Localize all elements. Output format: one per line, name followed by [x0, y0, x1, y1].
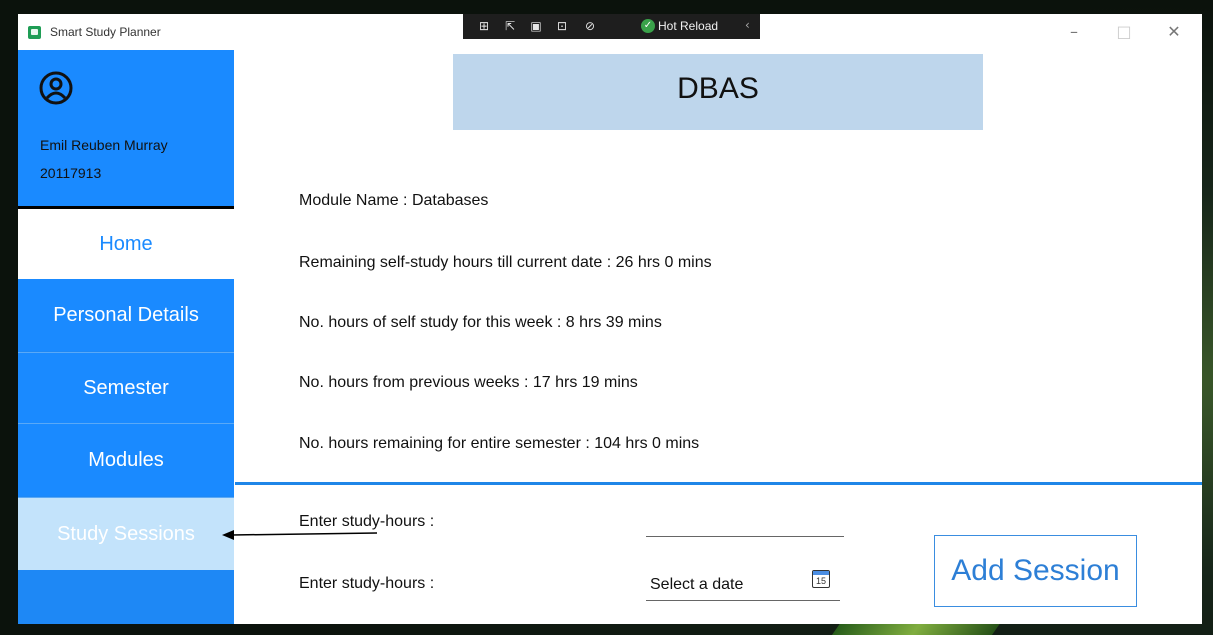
app-window: Smart Study Planner ⊞ ⇱ ▣ ⊡ ⊘ ✓ Hot Relo…	[18, 14, 1202, 624]
profile-panel: Emil Reuben Murray 20117913	[18, 50, 234, 206]
user-id: 20117913	[40, 165, 102, 181]
close-button[interactable]: ✕	[1156, 20, 1192, 44]
study-hours-input[interactable]	[646, 512, 844, 537]
user-avatar-icon	[39, 71, 73, 105]
user-name: Emil Reuben Murray	[40, 137, 168, 153]
nav-item-semester[interactable]: Semester	[18, 353, 234, 423]
hours-this-week-text: No. hours of self study for this week : …	[299, 314, 662, 331]
annotation-arrow	[222, 530, 378, 540]
remaining-hours-till-date-text: Remaining self-study hours till current …	[299, 254, 712, 271]
nav-item-home[interactable]: Home	[18, 209, 234, 279]
hot-reload-label[interactable]: Hot Reload	[658, 19, 718, 33]
maximize-button[interactable]: □	[1106, 20, 1142, 44]
nav-item-study-sessions[interactable]: Study Sessions	[18, 498, 234, 570]
debug-toolbar: ⊞ ⇱ ▣ ⊡ ⊘ ✓ Hot Reload ‹	[463, 14, 760, 39]
nav-item-personal-details[interactable]: Personal Details	[18, 279, 234, 351]
title-bar[interactable]: Smart Study Planner ⊞ ⇱ ▣ ⊡ ⊘ ✓ Hot Relo…	[18, 14, 1202, 50]
module-name-text: Module Name : Databases	[299, 192, 489, 209]
section-divider	[235, 482, 1202, 485]
hours-previous-weeks-text: No. hours from previous weeks : 17 hrs 1…	[299, 374, 638, 391]
select-element-icon[interactable]: ⇱	[503, 19, 517, 33]
live-visual-tree-icon[interactable]: ⊞	[477, 19, 491, 33]
calendar-icon[interactable]: 15	[812, 570, 830, 588]
module-code-title: DBAS	[677, 72, 759, 105]
minimize-button[interactable]: –	[1056, 20, 1092, 44]
module-header: DBAS	[453, 54, 983, 130]
collapse-toolbar-icon[interactable]: ‹	[745, 18, 750, 32]
date-picker-placeholder: Select a date	[650, 576, 744, 593]
hot-reload-check-icon: ✓	[641, 19, 655, 33]
study-date-picker[interactable]: Select a date 15	[646, 568, 840, 601]
nav-item-modules[interactable]: Modules	[18, 424, 234, 496]
hours-remaining-semester-text: No. hours remaining for entire semester …	[299, 435, 700, 452]
binding-failures-icon[interactable]: ⊘	[583, 19, 597, 33]
sidebar: Emil Reuben Murray 20117913 Home Persona…	[18, 50, 234, 624]
track-focus-icon[interactable]: ⊡	[555, 19, 569, 33]
window-title: Smart Study Planner	[50, 25, 161, 39]
app-icon	[28, 26, 41, 39]
study-date-label: Enter study-hours :	[299, 575, 435, 592]
display-layout-adorners-icon[interactable]: ▣	[529, 19, 543, 33]
add-session-button[interactable]: Add Session	[934, 535, 1137, 607]
